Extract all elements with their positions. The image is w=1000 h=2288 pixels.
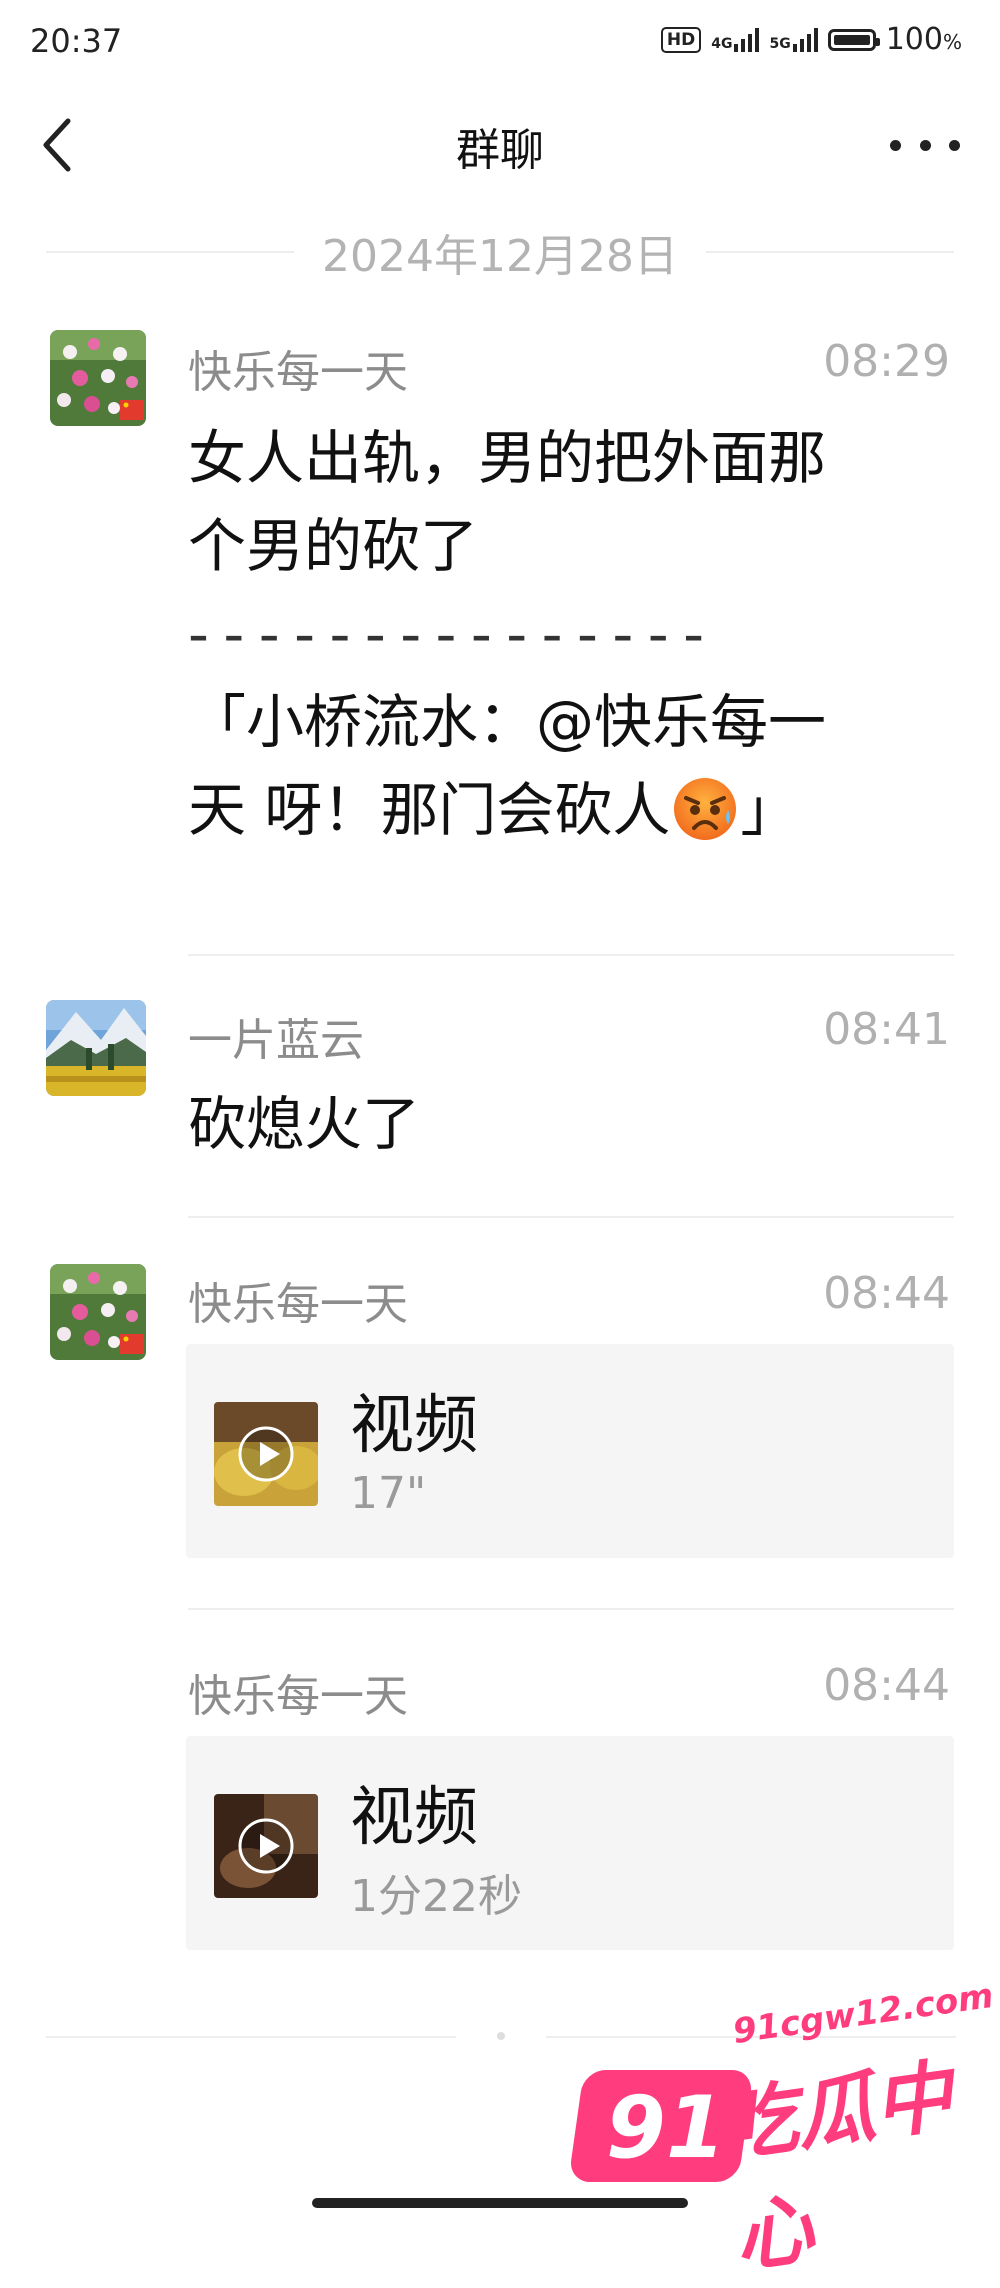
anxious-sweat-emoji-icon [670,774,740,868]
message-time: 08:44 [823,1268,950,1319]
status-time: 20:37 [30,22,123,60]
message-divider [188,954,954,956]
signal-5g-icon: 5G [769,27,818,52]
flower-avatar-image [50,1264,146,1360]
message-divider [188,1216,954,1218]
status-icons: HD 4G 5G 100% [660,22,962,57]
message-time: 08:44 [823,1660,950,1711]
watermark-logo: 91 91cgw12.com 吃瓜中心 [568,1976,996,2284]
sender-name: 快乐每一天 [188,1279,408,1330]
message-line: 女人出轨，男的把外面那 [188,424,827,492]
video-duration: 17" [350,1468,427,1519]
battery-icon [827,28,880,51]
dashed-separator: - - - - - - - - - - - - - - - [188,600,704,668]
avatar[interactable] [50,330,146,426]
more-button[interactable] [890,120,960,170]
quoted-line: 天 呀！那门会砍人 」 [188,766,963,868]
message-line: 个男的砍了 [188,512,479,580]
message-text[interactable]: 女人出轨，男的把外面那 个男的砍了 - - - - - - - - - - - … [188,414,963,868]
hd-voice-icon: HD [660,26,702,53]
video-label: 视频 [350,1389,478,1463]
loading-dot-icon [497,2032,505,2040]
message-text[interactable]: 砍熄火了 [188,1080,963,1168]
watermark-number: 91 [606,2078,726,2178]
video-thumbnail [214,1794,318,1898]
landscape-avatar-image [46,1000,146,1096]
message-divider [188,1608,954,1610]
signal-4g-icon: 4G [711,27,760,52]
message-time: 08:29 [823,336,950,387]
date-divider: 2024年12月28日 [46,222,955,282]
chat-header: 群聊 [0,100,1000,190]
more-horizontal-icon [890,139,901,151]
sender-name: 快乐每一天 [188,347,408,398]
battery-percent: 100% [885,22,962,57]
avatar[interactable] [50,1264,146,1360]
video-thumbnail [214,1402,318,1506]
video-label: 视频 [350,1781,478,1855]
network-type-label: 5G [769,35,791,52]
home-indicator[interactable] [312,2198,688,2208]
message-time: 08:41 [823,1004,950,1055]
watermark-url: 91cgw12.com [730,1975,996,2052]
avatar[interactable] [46,1000,146,1096]
load-more-divider [46,2036,456,2038]
video-message-card[interactable]: 视频 17" [186,1344,954,1558]
watermark-name: 吃瓜中心 [713,2051,958,2285]
page-title: 群聊 [456,125,544,176]
video-duration: 1分22秒 [350,1871,522,1922]
sender-name: 快乐每一天 [188,1671,408,1722]
sender-name: 一片蓝云 [188,1015,364,1066]
date-label: 2024年12月28日 [322,231,678,282]
flower-avatar-image [50,330,146,426]
video-message-card[interactable]: 视频 1分22秒 [186,1736,954,1950]
network-type-label: 4G [711,35,733,52]
quoted-line: 「小桥流水：@快乐每一 [188,688,827,756]
status-bar: 20:37 HD 4G 5G 100% [0,0,1000,88]
